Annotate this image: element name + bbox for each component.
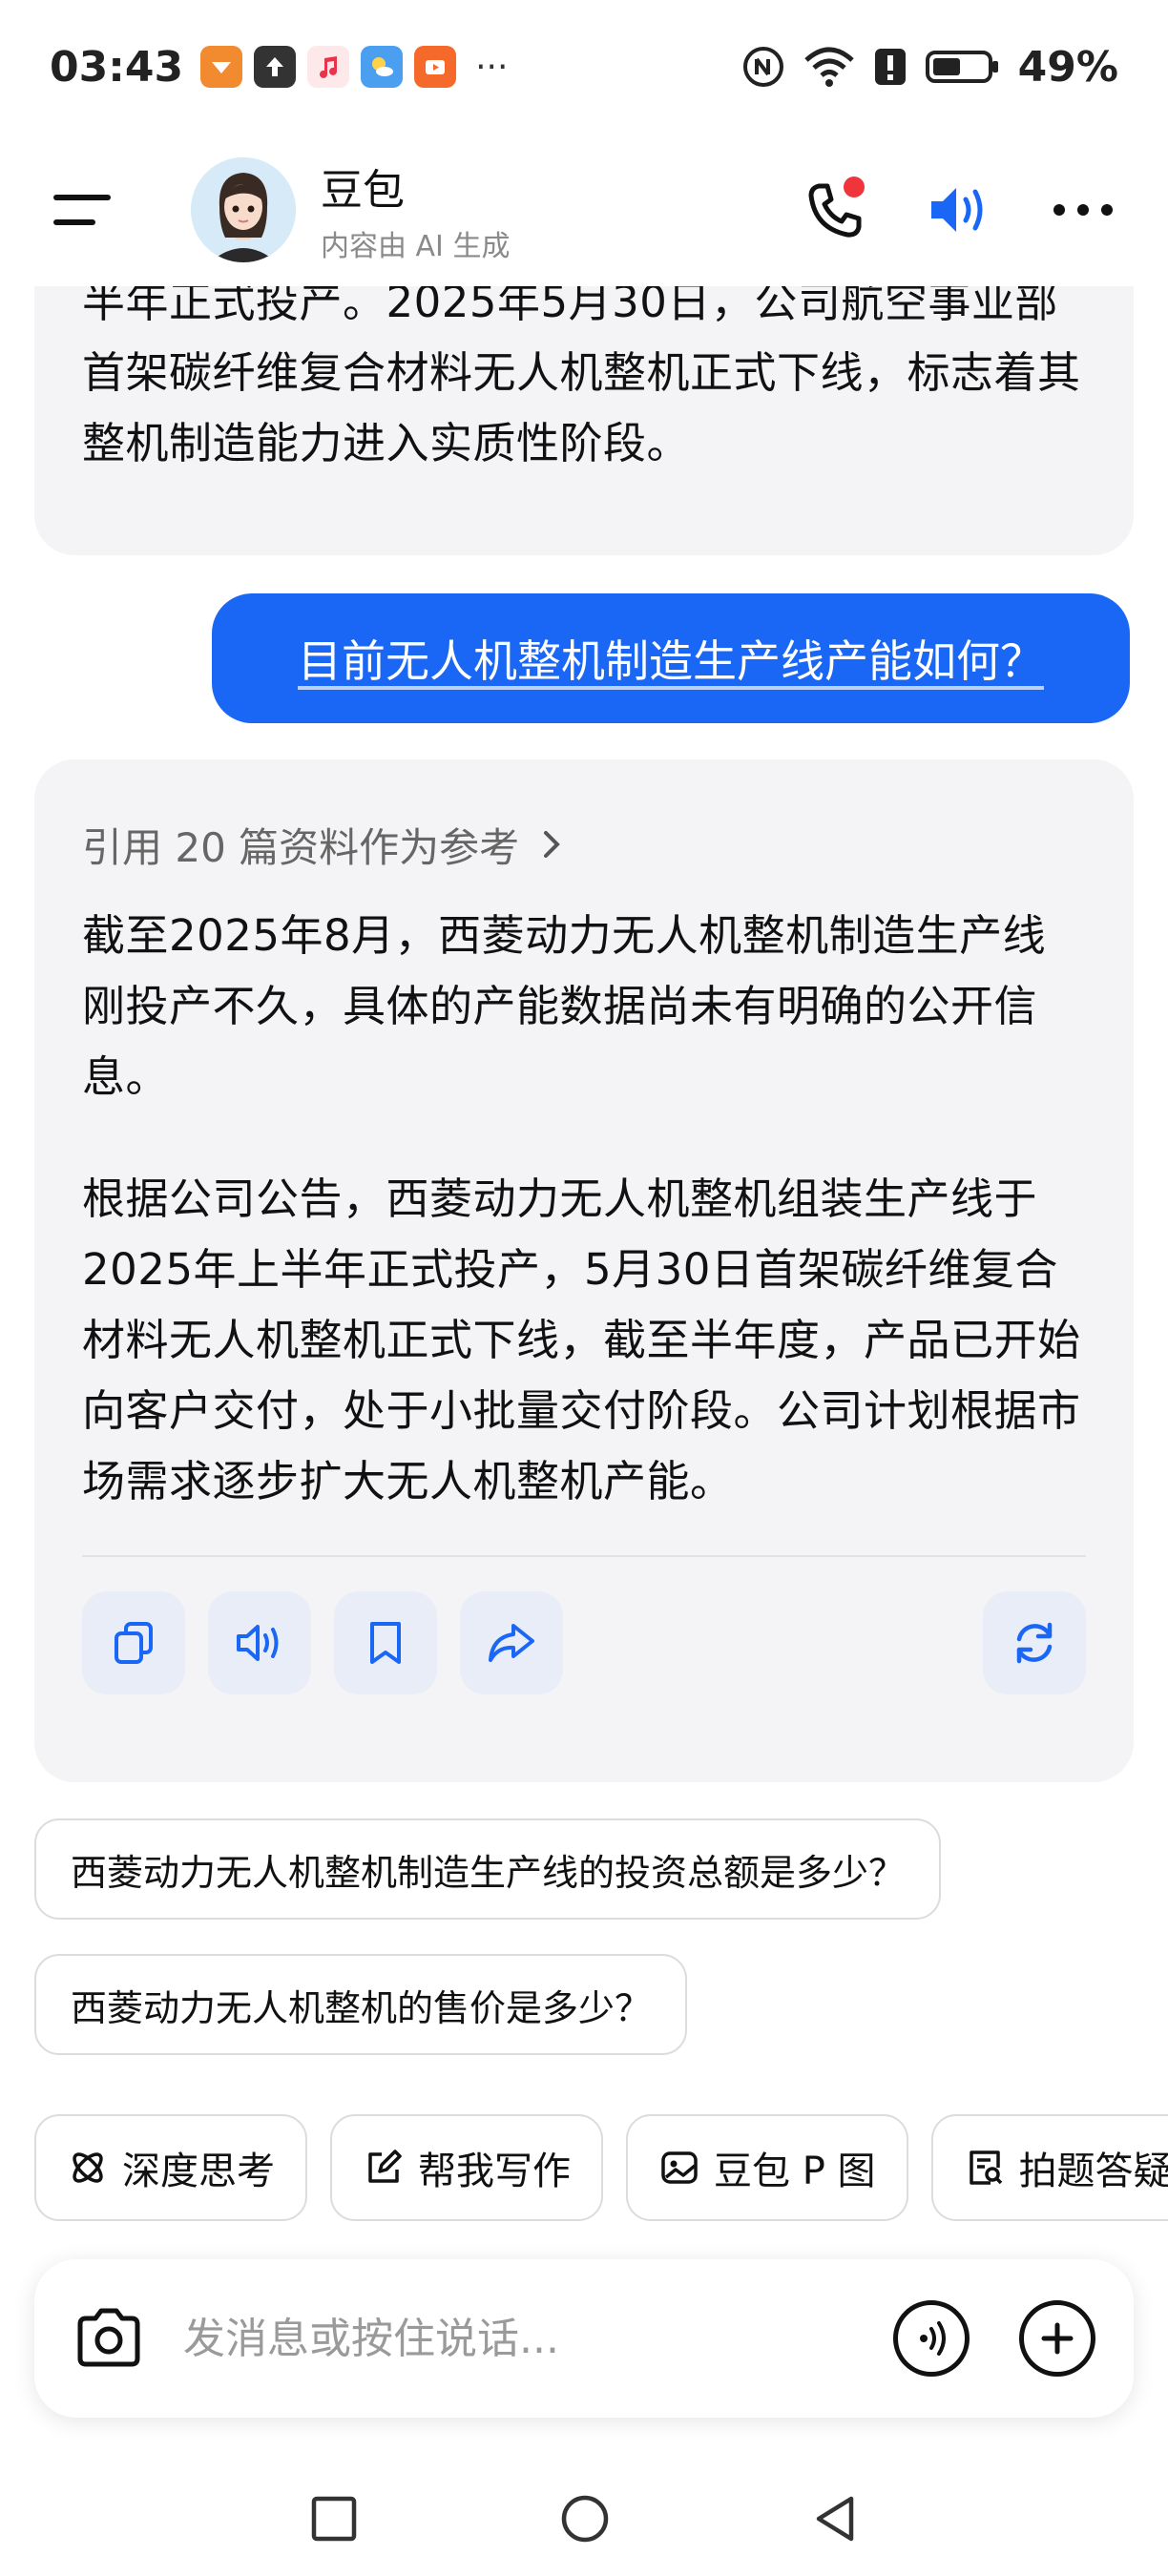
avatar[interactable]	[191, 157, 296, 262]
answer-actions	[82, 1591, 1086, 1694]
speaker-icon[interactable]	[926, 177, 994, 243]
tool-label: 帮我写作	[418, 2150, 571, 2193]
nfc-icon	[742, 47, 783, 87]
menu-button[interactable]	[53, 181, 115, 239]
alert-icon	[874, 49, 906, 85]
tool-write[interactable]: 帮我写作	[330, 2114, 603, 2221]
photo-question-icon	[969, 2150, 1002, 2185]
ai-answer-bubble: 引用 20 篇资料作为参考 截至2025年8月，西菱动力无人机整机制造生产线刚投…	[34, 759, 1134, 1782]
deep-think-icon	[73, 2152, 103, 2183]
video-icon	[414, 46, 457, 88]
shopping-app-icon	[200, 46, 243, 88]
tool-label: 深度思考	[122, 2150, 275, 2193]
tool-deep-think[interactable]: 深度思考	[34, 2114, 307, 2221]
suggestion-text: 西菱动力无人机整机的售价是多少？	[71, 1986, 652, 2029]
answer-paragraph: 根据公司公告，西菱动力无人机整机组装生产线于2025年上半年正式投产，5月30日…	[82, 1174, 1081, 1506]
chat-title: 豆包	[321, 166, 405, 215]
voice-icon	[920, 2321, 946, 2356]
camera-icon[interactable]	[73, 2305, 145, 2372]
message-input[interactable]	[183, 2314, 865, 2363]
status-right: 49%	[741, 43, 1118, 92]
voice-button[interactable]	[893, 2300, 970, 2377]
menu-icon-line-top	[53, 195, 111, 200]
weather-icon	[361, 46, 404, 88]
suggestion-chip[interactable]: 西菱动力无人机整机制造生产线的投资总额是多少？	[34, 1818, 942, 1920]
write-icon	[368, 2150, 402, 2183]
chat-subtitle: 内容由 AI 生成	[321, 230, 511, 263]
read-aloud-icon	[237, 1625, 279, 1661]
user-message-bubble[interactable]: 目前无人机整机制造生产线产能如何？	[212, 593, 1130, 723]
music-icon	[307, 46, 350, 88]
chat-header: 豆包 内容由 AI 生成	[0, 134, 1168, 286]
user-message-text: 目前无人机整机制造生产线产能如何？	[298, 635, 1044, 687]
notification-dot	[844, 177, 865, 197]
avatar-portrait-icon	[191, 157, 296, 262]
plus-icon	[1041, 2322, 1074, 2355]
more-notifications-indicator: ···	[475, 47, 509, 87]
chevron-right-icon	[544, 831, 560, 858]
wifi-icon	[803, 47, 854, 87]
title-wrap: 豆包 内容由 AI 生成	[321, 156, 510, 264]
battery-percent: 49%	[1017, 42, 1118, 92]
copy-icon	[115, 1622, 153, 1664]
phone-button[interactable]	[802, 177, 868, 243]
status-bar: 03:43 ··· 49%	[0, 0, 1168, 134]
image-edit-icon	[661, 2151, 698, 2184]
bookmark-button[interactable]	[334, 1591, 437, 1694]
references-text: 引用 20 篇资料作为参考	[82, 823, 520, 871]
regenerate-icon	[1016, 1622, 1053, 1664]
home-icon[interactable]	[559, 2493, 611, 2545]
more-icon[interactable]	[1052, 200, 1115, 219]
bookmark-icon	[370, 1622, 401, 1664]
menu-icon-line-bottom	[53, 219, 95, 225]
references-link[interactable]: 引用 20 篇资料作为参考	[82, 759, 1086, 901]
battery-icon	[925, 51, 998, 83]
tool-photo-question[interactable]: 拍题答疑	[930, 2114, 1168, 2221]
tool-image-edit[interactable]: 豆包 P 图	[626, 2114, 908, 2221]
copy-button[interactable]	[82, 1591, 185, 1694]
read-aloud-button[interactable]	[208, 1591, 311, 1694]
answer-divider	[82, 1555, 1086, 1557]
quick-tools-row: 深度思考 帮我写作 豆包 P 图 拍题答疑	[34, 2114, 1168, 2221]
system-nav-bar	[0, 2462, 1168, 2576]
suggestion-chip[interactable]: 西菱动力无人机整机的售价是多少？	[34, 1954, 688, 2055]
status-app-icons: ···	[200, 46, 508, 88]
tool-label: 拍题答疑	[1018, 2150, 1168, 2193]
header-actions	[802, 177, 1115, 243]
status-time: 03:43	[50, 42, 184, 92]
message-input-bar	[34, 2259, 1134, 2418]
tool-label: 豆包 P 图	[714, 2150, 876, 2193]
back-icon[interactable]	[811, 2493, 859, 2545]
share-button[interactable]	[460, 1591, 563, 1694]
add-button[interactable]	[1019, 2300, 1095, 2377]
upload-icon	[254, 46, 297, 88]
regenerate-button[interactable]	[983, 1591, 1086, 1694]
recent-apps-icon[interactable]	[309, 2494, 359, 2544]
share-icon	[489, 1624, 534, 1662]
answer-paragraph: 截至2025年8月，西菱动力无人机整机制造生产线刚投产不久，具体的产能数据尚未有…	[82, 910, 1047, 1102]
suggestion-text: 西菱动力无人机整机制造生产线的投资总额是多少？	[71, 1851, 906, 1894]
